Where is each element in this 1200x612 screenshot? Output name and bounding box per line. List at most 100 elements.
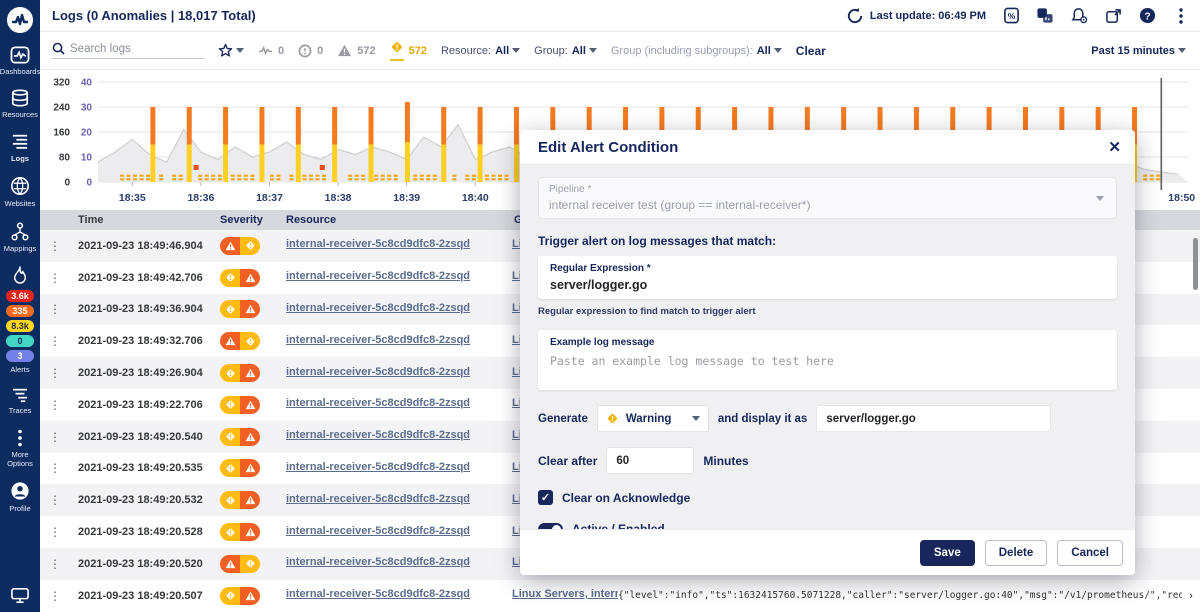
alert-settings-icon[interactable] [1070,7,1088,25]
column-header-time[interactable]: Time [70,214,212,226]
sidebar-item-logs[interactable]: Logs [0,133,40,163]
row-menu-icon[interactable]: ⋮ [40,334,70,348]
sidebar-item-alerts[interactable]: 3.6k3358.3k03 Alerts [0,266,40,374]
sidebar-item-label: More Options [0,450,40,469]
resource-link[interactable]: internal-receiver-5c8cd9dfc8-2zsqd [286,556,470,568]
alert-severity-badge[interactable]: 3 [6,350,34,362]
resource-link[interactable]: internal-receiver-5c8cd9dfc8-2zsqd [286,334,470,346]
resource-link[interactable]: internal-receiver-5c8cd9dfc8-2zsqd [286,493,470,505]
sidebar-item-traces[interactable]: Traces [0,387,40,415]
error-count[interactable]: 572 [337,44,375,57]
resource-link[interactable]: internal-receiver-5c8cd9dfc8-2zsqd [286,461,470,473]
modal-title: Edit Alert Condition [538,139,678,156]
row-menu-icon[interactable]: ⋮ [40,493,70,507]
critical-count[interactable]: 0 [298,44,323,58]
expand-row-icon[interactable]: › [1182,590,1200,602]
clear-after-input[interactable] [606,447,694,474]
sidebar-item-monitor[interactable] [10,587,30,604]
integrations-icon[interactable] [1036,7,1054,25]
vertical-scrollbar-thumb[interactable] [1193,238,1198,290]
row-menu-icon[interactable]: ⋮ [40,302,70,316]
row-menu-icon[interactable]: ⋮ [40,589,70,603]
sidebar-item-dashboards[interactable]: Dashboards [0,46,40,76]
search-icon [52,42,65,55]
resource-link[interactable]: internal-receiver-5c8cd9dfc8-2zsqd [286,366,470,378]
critical-icon [298,44,312,58]
log-row[interactable]: ⋮2021-09-23 18:49:20.507internal-receive… [40,580,1200,612]
sidebar-item-websites[interactable]: Websites [0,176,40,208]
alert-severity-badge[interactable]: 0 [6,335,34,347]
display-as-input[interactable] [816,405,1051,432]
resource-link[interactable]: internal-receiver-5c8cd9dfc8-2zsqd [286,525,470,537]
resource-link[interactable]: internal-receiver-5c8cd9dfc8-2zsqd [286,238,470,250]
row-menu-icon[interactable]: ⋮ [40,271,70,285]
row-menu-icon[interactable]: ⋮ [40,461,70,475]
error-severity-icon [240,396,260,414]
resource-link[interactable]: internal-receiver-5c8cd9dfc8-2zsqd [286,429,470,441]
sidebar-item-profile[interactable]: Profile [0,481,40,513]
error-severity-icon [240,587,260,605]
row-menu-icon[interactable]: ⋮ [40,239,70,253]
regex-value[interactable]: server/logger.go [550,278,1105,292]
alert-severity-badge[interactable]: 335 [6,305,34,317]
column-header-resource[interactable]: Resource [278,214,506,226]
chevron-down-icon [589,48,597,53]
search-box [52,42,204,59]
group-filter[interactable]: Group: All [534,45,597,57]
log-time: 2021-09-23 18:49:20.520 [70,558,212,570]
sidebar-item-more-options[interactable]: More Options [0,429,40,469]
refresh-icon[interactable] [846,7,864,25]
resource-filter[interactable]: Resource: All [441,45,520,57]
subgroup-filter[interactable]: Group (including subgroups): All [611,45,782,57]
svg-text:0: 0 [86,178,92,189]
clear-filters-button[interactable]: Clear [796,44,826,58]
app-logo[interactable] [7,7,33,33]
regex-field[interactable]: Regular Expression * server/logger.go [538,256,1117,299]
close-icon[interactable]: ✕ [1108,138,1121,156]
resource-link[interactable]: internal-receiver-5c8cd9dfc8-2zsqd [286,302,470,314]
severity-select[interactable]: Warning [597,405,709,432]
regex-helper-text: Regular expression to find match to trig… [538,306,1117,317]
resource-link[interactable]: internal-receiver-5c8cd9dfc8-2zsqd [286,270,470,282]
column-header-severity[interactable]: Severity [212,214,278,226]
svg-text:30: 30 [81,103,93,114]
clear-on-ack-checkbox[interactable]: ✓ [538,490,553,505]
sidebar-item-mappings[interactable]: Mappings [0,222,40,253]
row-menu-icon[interactable]: ⋮ [40,398,70,412]
warning-count-value: 572 [409,45,427,57]
severity-badge [220,237,260,255]
row-menu-icon[interactable]: ⋮ [40,366,70,380]
error-severity-icon [240,364,260,382]
help-icon[interactable]: ? [1138,7,1156,25]
groups-link[interactable]: Linux Servers, internal-r… [512,588,618,600]
open-window-icon[interactable] [1104,7,1122,25]
log-message: {"level":"info","ts":1632415760.5071228,… [618,590,1182,601]
time-range-value: Past 15 minutes [1091,45,1175,57]
error-severity-icon [220,555,240,573]
row-menu-icon[interactable]: ⋮ [40,430,70,444]
resource-link[interactable]: internal-receiver-5c8cd9dfc8-2zsqd [286,588,470,600]
reports-icon[interactable]: % [1002,7,1020,25]
cancel-button[interactable]: Cancel [1057,540,1123,566]
warning-diamond-icon [390,40,404,54]
generate-label: Generate [538,413,588,425]
example-log-field[interactable]: Example log message Paste an example log… [538,330,1117,390]
search-input[interactable] [70,43,190,55]
sidebar-item-resources[interactable]: Resources [0,89,40,119]
time-range-select[interactable]: Past 15 minutes [1091,45,1186,57]
overflow-menu-icon[interactable] [1172,7,1190,25]
save-button[interactable]: Save [920,540,975,566]
saved-searches-button[interactable] [218,43,244,58]
row-menu-icon[interactable]: ⋮ [40,557,70,571]
anomaly-count[interactable]: 0 [258,45,284,57]
row-menu-icon[interactable]: ⋮ [40,525,70,539]
alert-severity-badge[interactable]: 3.6k [6,290,34,302]
resource-link[interactable]: internal-receiver-5c8cd9dfc8-2zsqd [286,397,470,409]
log-time: 2021-09-23 18:49:32.706 [70,335,212,347]
svg-text:18:37: 18:37 [256,192,283,204]
warning-severity-icon [240,237,260,255]
alert-severity-badge[interactable]: 8.3k [6,320,34,332]
log-time: 2021-09-23 18:49:36.904 [70,303,212,315]
warning-count[interactable]: 572 [390,40,427,61]
delete-button[interactable]: Delete [985,540,1048,566]
